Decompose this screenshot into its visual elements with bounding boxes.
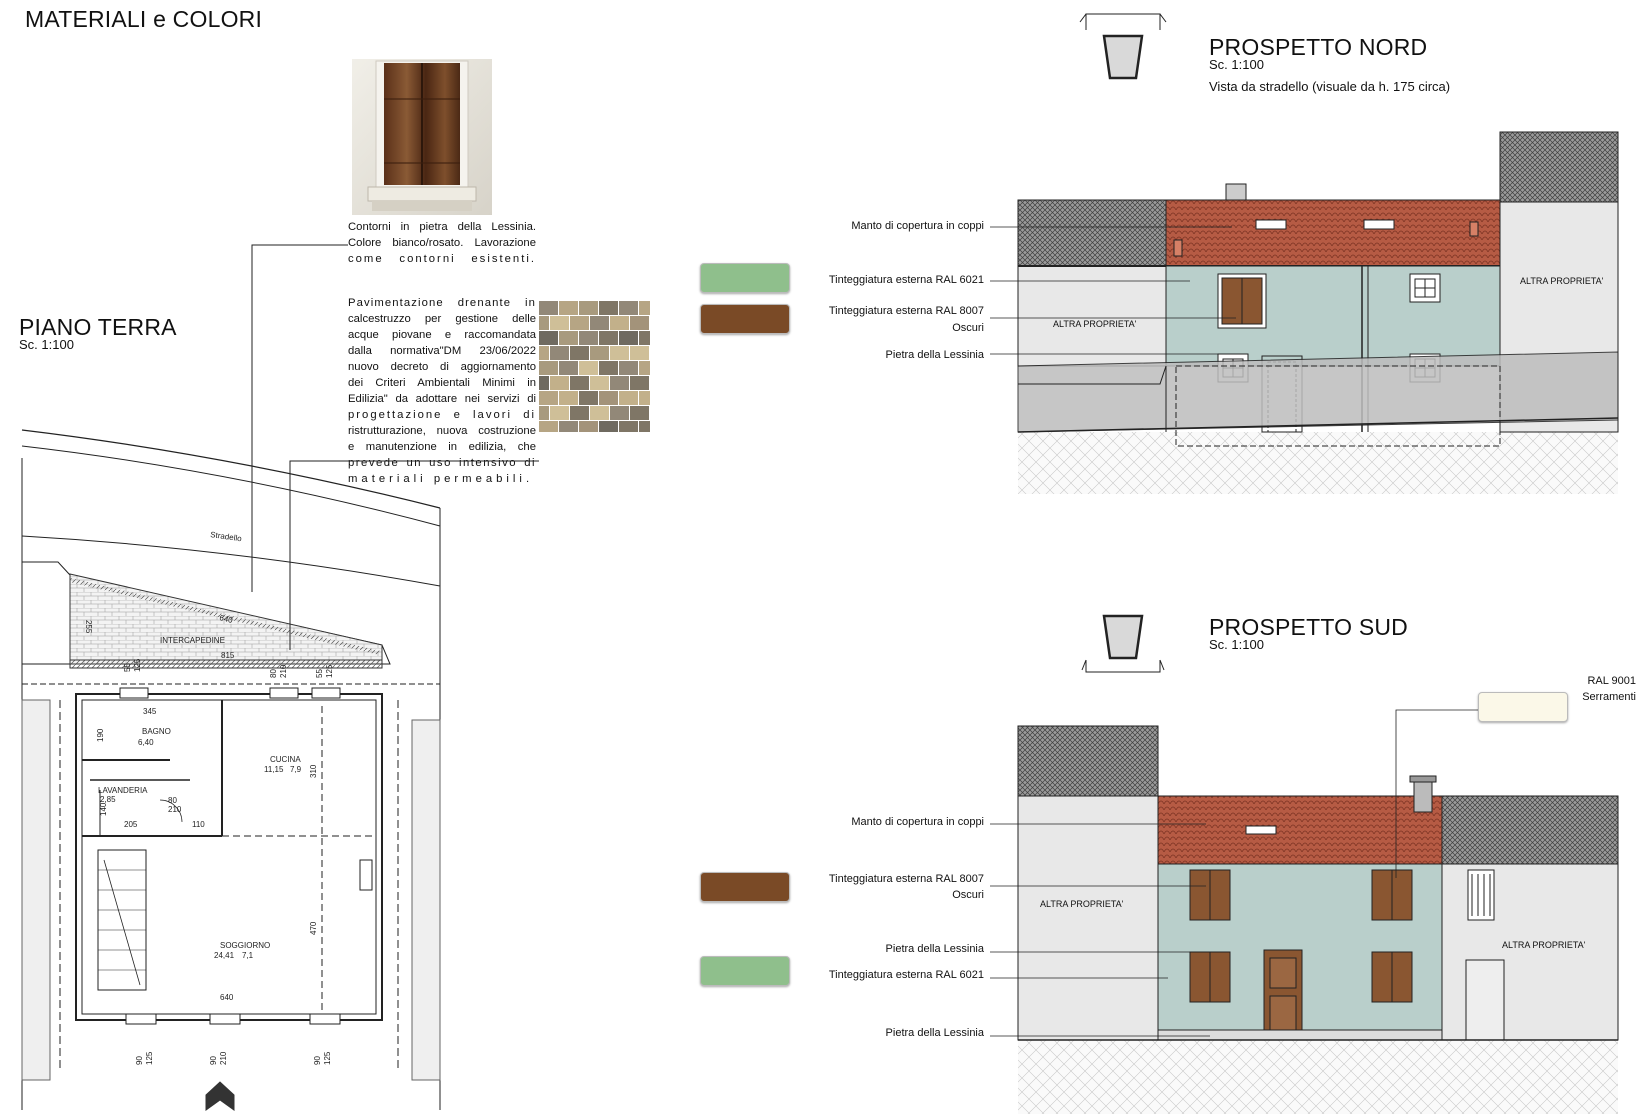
sud-label-manto: Manto di copertura in coppi <box>851 816 984 828</box>
svg-text:210: 210 <box>168 805 182 814</box>
sud-label-serramenti: Serramenti <box>1582 691 1636 703</box>
sud-label-tinteggiatura-8007: Tinteggiatura esterna RAL 8007 <box>828 873 984 885</box>
prospetto-nord-subtitle: Vista da stradello (visuale da h. 175 ci… <box>1209 79 1451 94</box>
nord-label-tinteggiatura-6021: Tinteggiatura esterna RAL 6021 <box>828 274 984 286</box>
sud-swatch-ral6021 <box>700 956 790 986</box>
svg-text:140: 140 <box>99 802 108 816</box>
svg-text:125: 125 <box>325 664 334 678</box>
svg-text:125: 125 <box>145 1051 154 1065</box>
svg-text:80: 80 <box>269 669 278 678</box>
svg-text:640: 640 <box>220 993 234 1002</box>
svg-text:7,1: 7,1 <box>242 951 254 960</box>
prospetto-nord-scale: Sc. 1:100 <box>1209 57 1264 72</box>
svg-text:90: 90 <box>135 1056 144 1065</box>
svg-text:Stradello: Stradello <box>210 530 243 543</box>
note-leaders <box>251 244 539 650</box>
nord-label-altra-right: ALTRA PROPRIETA' <box>1520 276 1604 286</box>
sud-label-pietra-1: Pietra della Lessinia <box>885 943 984 955</box>
svg-text:205: 205 <box>124 820 138 829</box>
svg-text:125: 125 <box>133 658 142 672</box>
svg-text:55: 55 <box>123 663 132 672</box>
nord-label-manto: Manto di copertura in coppi <box>851 220 984 232</box>
svg-text:125: 125 <box>323 1051 332 1065</box>
svg-text:90: 90 <box>313 1056 322 1065</box>
svg-text:CUCINA: CUCINA <box>270 755 301 764</box>
north-direction-symbol <box>1079 13 1167 80</box>
svg-text:470: 470 <box>309 921 318 935</box>
drawing-canvas: Stradello INTERCAPEDINE 640 815 255 55 1… <box>21 13 1619 1114</box>
nord-label-altra-left: ALTRA PROPRIETA' <box>1053 319 1137 329</box>
svg-text:210: 210 <box>279 664 288 678</box>
south-elevation <box>1017 725 1619 1114</box>
sud-label-ral9001: RAL 9001 <box>1587 675 1636 687</box>
svg-text:110: 110 <box>192 820 205 829</box>
sud-label-tinteggiatura-6021: Tinteggiatura esterna RAL 6021 <box>828 969 984 981</box>
north-elevation <box>1017 131 1619 494</box>
sud-label-pietra-2: Pietra della Lessinia <box>885 1027 984 1039</box>
svg-text:BAGNO: BAGNO <box>142 727 171 736</box>
svg-text:SOGGIORNO: SOGGIORNO <box>220 941 270 950</box>
svg-text:190: 190 <box>96 728 105 742</box>
nord-label-pietra: Pietra della Lessinia <box>885 349 984 361</box>
sud-swatch-ral8007 <box>700 872 790 902</box>
svg-text:INTERCAPEDINE: INTERCAPEDINE <box>160 636 225 645</box>
svg-text:310: 310 <box>309 764 318 778</box>
sud-label-oscuri: Oscuri <box>952 889 984 901</box>
svg-text:80: 80 <box>168 796 177 805</box>
svg-text:210: 210 <box>219 1051 228 1065</box>
svg-text:6,40: 6,40 <box>138 738 154 747</box>
svg-text:815: 815 <box>221 651 235 660</box>
nord-swatch-ral8007 <box>700 304 790 334</box>
svg-text:90: 90 <box>209 1056 218 1065</box>
svg-text:55: 55 <box>315 669 324 678</box>
prospetto-sud-scale: Sc. 1:100 <box>1209 637 1264 652</box>
svg-text:11,15: 11,15 <box>264 765 284 774</box>
svg-text:24,41: 24,41 <box>214 951 235 960</box>
nord-swatch-ral6021 <box>700 263 790 293</box>
south-direction-symbol <box>1081 614 1165 673</box>
svg-text:LAVANDERIA: LAVANDERIA <box>98 786 148 795</box>
nord-label-oscuri: Oscuri <box>952 322 984 334</box>
sud-swatch-ral9001 <box>1478 692 1568 722</box>
sud-label-altra-left: ALTRA PROPRIETA' <box>1040 899 1124 909</box>
svg-text:7,9: 7,9 <box>290 765 302 774</box>
nord-label-tinteggiatura-8007: Tinteggiatura esterna RAL 8007 <box>828 305 984 317</box>
svg-text:255: 255 <box>84 620 93 634</box>
sud-label-altra-right: ALTRA PROPRIETA' <box>1502 940 1586 950</box>
svg-text:345: 345 <box>143 707 157 716</box>
